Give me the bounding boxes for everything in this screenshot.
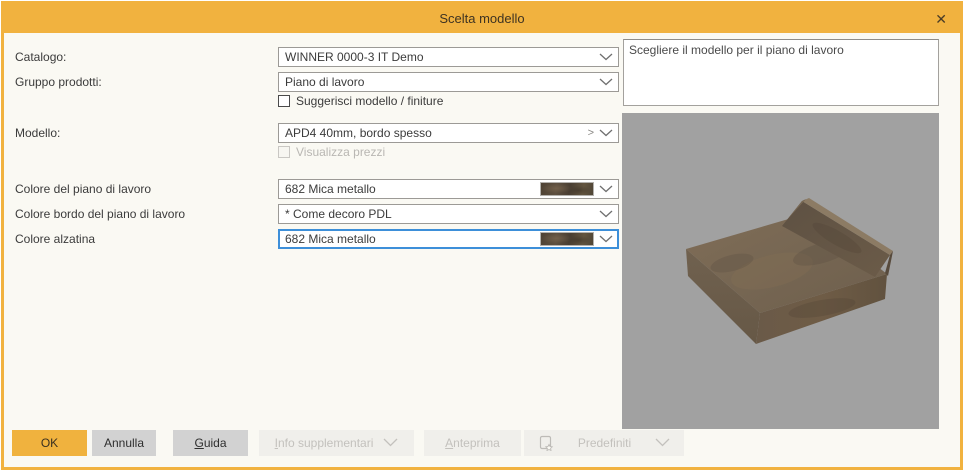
suggest-model-checkbox[interactable]: Suggerisci modello / finiture [278,94,443,108]
chevron-down-icon [599,53,613,61]
presets-button-label: Predefiniti [554,436,655,450]
checkbox-box[interactable] [278,95,290,107]
extra-info-button-label: Info supplementari [275,436,374,450]
edge-color-value: * Come decoro PDL [285,207,392,221]
model-description-text: Scegliere il modello per il piano di lav… [629,43,844,57]
suggest-model-checkbox-label: Suggerisci modello / finiture [296,94,443,108]
chevron-down-icon [599,78,613,86]
dialog-titlebar[interactable]: Scelta modello ✕ [4,4,960,33]
chevron-down-icon [599,129,613,137]
submenu-arrow-glyph: > [588,127,594,139]
dialog-title: Scelta modello [439,11,524,26]
model-value: APD4 40mm, bordo spesso [285,126,432,140]
presets-button: Predefiniti [524,430,684,456]
model-selection-dialog: Scelta modello ✕ Catalogo: WINNER 0000-3… [1,1,963,470]
chevron-down-icon [383,436,398,450]
cancel-button[interactable]: Annulla [92,430,156,456]
color-swatch [540,182,594,196]
preview-button: Anteprima [424,430,521,456]
model-dropdown[interactable]: APD4 40mm, bordo spesso > [278,123,619,143]
color-swatch [540,232,594,246]
edge-color-label: Colore bordo del piano di lavoro [15,204,185,224]
worktop-color-dropdown[interactable]: 682 Mica metallo [278,179,619,199]
chevron-down-icon [599,185,613,193]
chevron-down-icon [655,436,670,450]
upstand-color-dropdown[interactable]: 682 Mica metallo [278,229,619,249]
checkbox-box [278,146,290,158]
catalog-label: Catalogo: [15,47,66,67]
help-button-label: Guida [194,436,226,450]
chevron-down-icon [599,210,613,218]
upstand-color-value: 682 Mica metallo [285,232,376,246]
close-icon[interactable]: ✕ [935,12,947,26]
show-prices-checkbox-label: Visualizza prezzi [296,145,385,159]
document-star-icon [538,435,554,451]
chevron-down-icon [599,235,613,243]
edge-color-dropdown[interactable]: * Come decoro PDL [278,204,619,224]
worktop-3d-preview [622,113,939,429]
cancel-button-label: Annulla [104,436,144,450]
model-label: Modello: [15,123,60,143]
preview-button-label: Anteprima [445,436,500,450]
dialog-content: Catalogo: WINNER 0000-3 IT Demo Gruppo p… [4,33,960,467]
catalog-value: WINNER 0000-3 IT Demo [285,50,424,64]
help-button[interactable]: Guida [173,430,248,456]
show-prices-checkbox: Visualizza prezzi [278,145,385,159]
catalog-dropdown[interactable]: WINNER 0000-3 IT Demo [278,47,619,67]
worktop-color-label: Colore del piano di lavoro [15,179,151,199]
product-group-value: Piano di lavoro [285,75,364,89]
worktop-color-value: 682 Mica metallo [285,182,376,196]
upstand-color-label: Colore alzatina [15,229,95,249]
ok-button-label: OK [41,436,58,450]
ok-button[interactable]: OK [12,430,87,456]
product-group-label: Gruppo prodotti: [15,72,102,92]
extra-info-button: Info supplementari [259,430,414,456]
worktop-3d-render [622,113,939,429]
model-description-box: Scegliere il modello per il piano di lav… [623,39,939,106]
product-group-dropdown[interactable]: Piano di lavoro [278,72,619,92]
